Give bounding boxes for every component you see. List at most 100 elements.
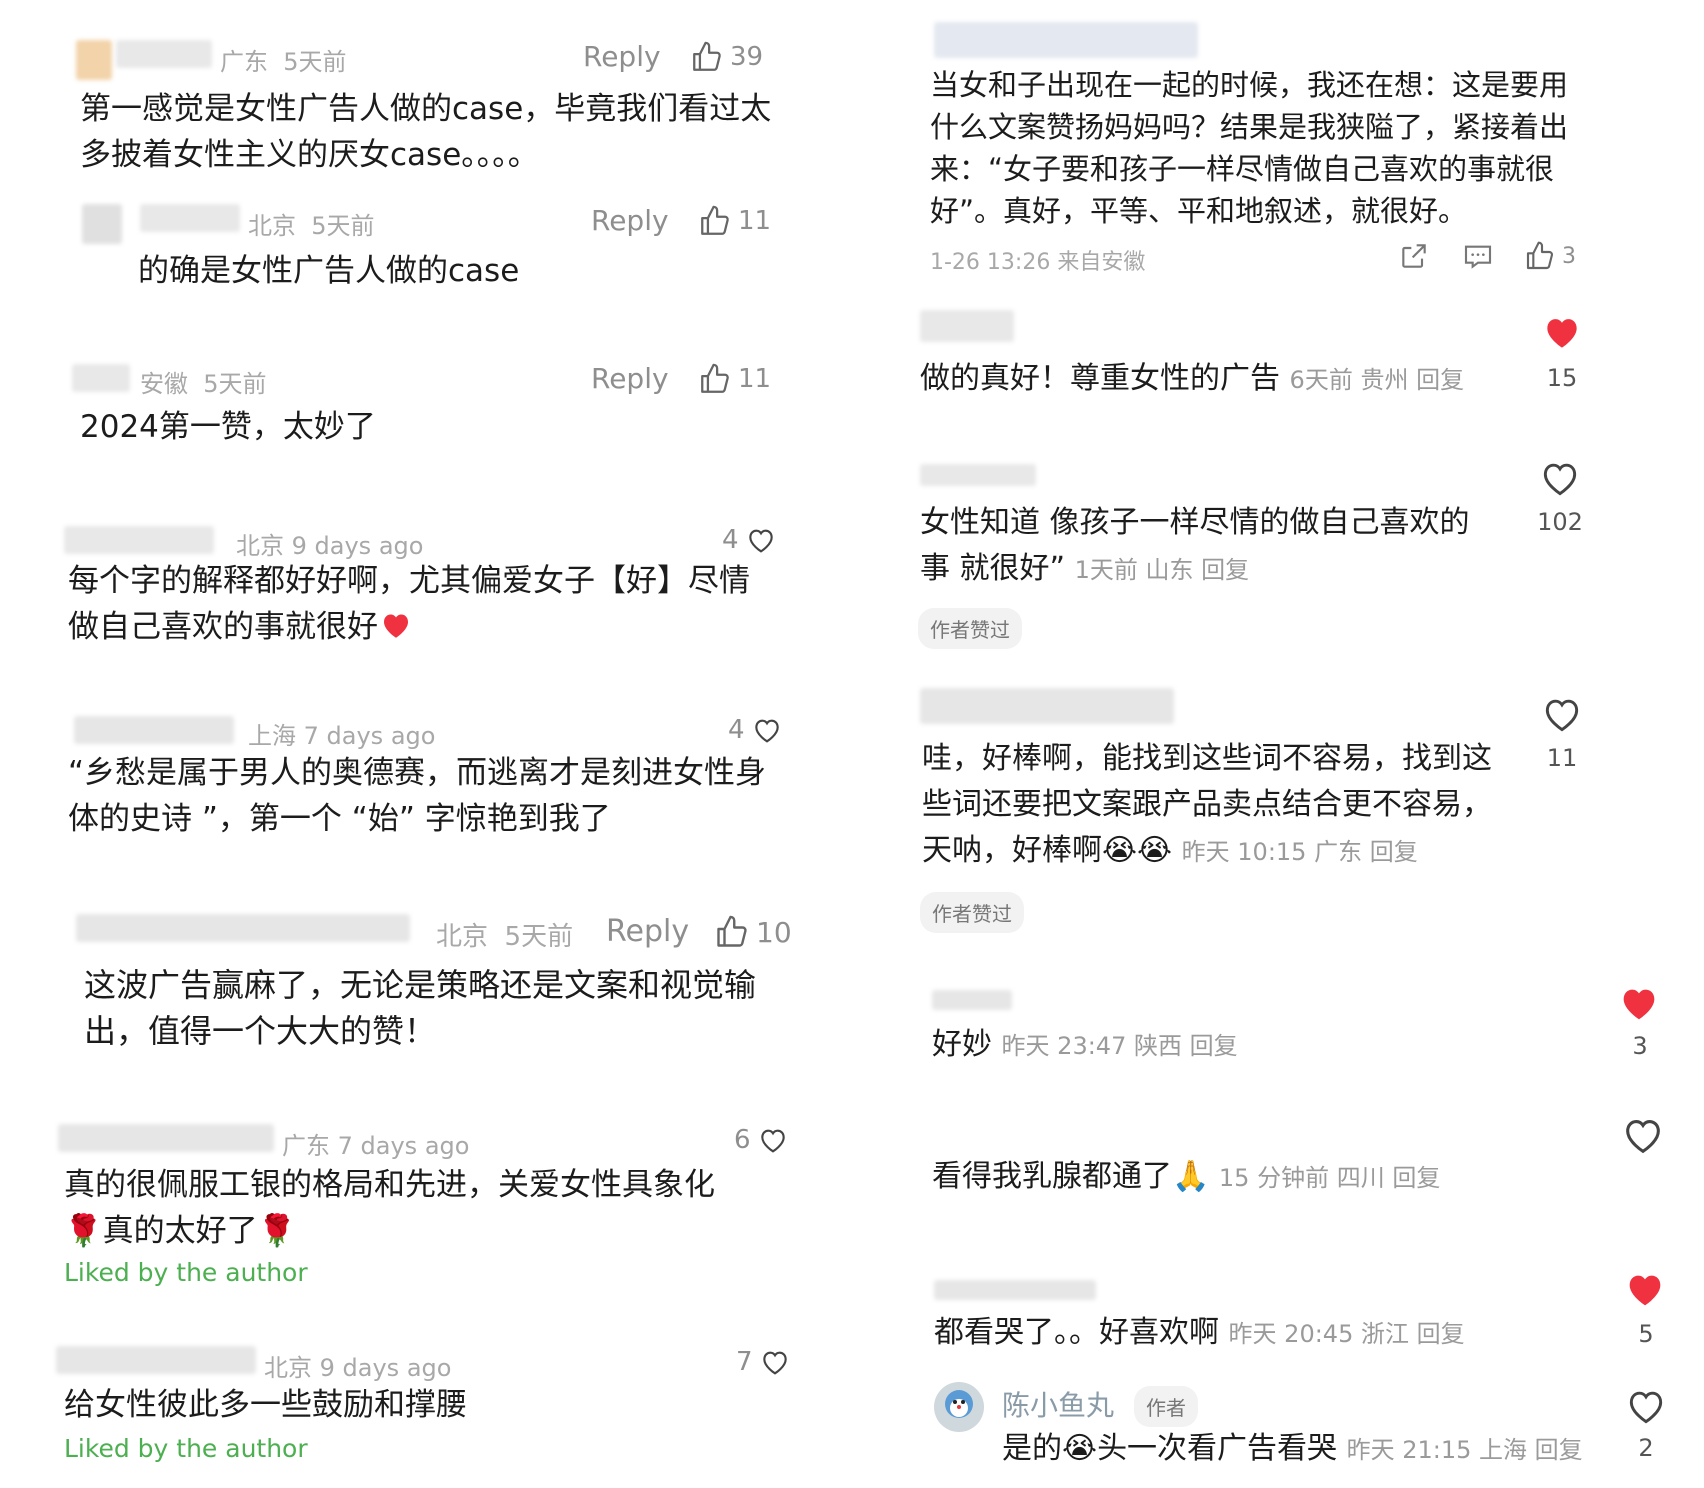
username-blurred[interactable] xyxy=(72,364,130,392)
like-count: 2 xyxy=(1638,1434,1654,1462)
comment-meta: 广东 5天前 xyxy=(220,48,347,76)
comment-meta: 北京 5天前 xyxy=(436,922,574,952)
username-blurred[interactable] xyxy=(934,22,1198,58)
like-count: 15 xyxy=(1546,364,1578,392)
reply-button[interactable]: Reply xyxy=(583,40,661,73)
like-button[interactable]: 11 xyxy=(698,204,771,238)
username-blurred[interactable] xyxy=(56,1346,256,1374)
comment-text: 哇，好棒啊，能找到这些词不容易，找到这些词还要把文案跟产品卖点结合更不容易，天呐… xyxy=(922,741,1492,868)
comment-text: “乡愁是属于男人的奥德赛，而逃离才是刻进女性身体的史诗 ”，第一个 “始” 字惊… xyxy=(68,755,767,837)
avatar[interactable] xyxy=(82,204,122,244)
username-blurred[interactable] xyxy=(58,1124,274,1152)
thumbs-up-icon xyxy=(714,914,750,950)
username-blurred[interactable] xyxy=(932,990,1012,1010)
heart-outline-icon[interactable] xyxy=(1624,1384,1668,1428)
username-blurred[interactable] xyxy=(76,914,410,942)
comment-text: 是的😭头一次看广告看哭 昨天 21:15 上海 回复 xyxy=(1002,1431,1583,1466)
like-count: 5 xyxy=(1638,1320,1654,1348)
liked-by-author: Liked by the author xyxy=(64,1434,308,1463)
username-blurred[interactable] xyxy=(116,40,212,68)
username-blurred[interactable] xyxy=(934,1280,1096,1300)
comment-text: 真的很佩服工银的格局和先进，关爱女性具象化 🌹真的太好了🌹 xyxy=(64,1167,715,1249)
comment-icon[interactable] xyxy=(1462,240,1494,272)
heart-filled-icon[interactable] xyxy=(1616,980,1662,1026)
author-liked-tag: 作者赞过 xyxy=(920,892,1024,933)
comment-meta: 广东 7 days ago xyxy=(282,1132,470,1160)
like-button[interactable]: 3 xyxy=(1524,240,1576,272)
comment-text: 好妙 昨天 23:47 陕西 回复 xyxy=(932,1027,1238,1062)
username-blurred[interactable] xyxy=(920,688,1174,724)
username-blurred[interactable] xyxy=(64,526,214,554)
username-blurred[interactable] xyxy=(920,310,1014,342)
like-count: 39 xyxy=(730,42,764,72)
heart-outline-icon[interactable] xyxy=(1540,692,1584,736)
author-badge: 作者 xyxy=(1134,1386,1198,1427)
like-count: 10 xyxy=(756,915,792,949)
comment-meta: 北京 5天前 xyxy=(248,212,375,240)
thumbs-up-icon xyxy=(698,204,732,238)
like-button[interactable]: 11 xyxy=(698,362,771,396)
like-count: 3 xyxy=(1632,1032,1648,1060)
like-button[interactable]: 39 xyxy=(690,40,763,74)
comment-meta: 北京 9 days ago xyxy=(236,532,424,560)
username-blurred[interactable] xyxy=(74,716,234,744)
username-blurred[interactable] xyxy=(920,464,1036,486)
like-button[interactable]: 4 xyxy=(722,524,777,556)
comment-text: 这波广告赢麻了，无论是策略还是文案和视觉输出，值得一个大大的赞！ xyxy=(84,966,757,1050)
heart-outline-icon xyxy=(745,524,777,556)
reply-button[interactable]: Reply xyxy=(606,914,689,949)
heart-filled-icon[interactable] xyxy=(1622,1266,1668,1312)
like-count: 11 xyxy=(1546,744,1578,772)
crying-emoji: 😭😭 xyxy=(1102,833,1173,868)
heart-outline-icon[interactable] xyxy=(1620,1112,1666,1158)
liked-by-author: Liked by the author xyxy=(64,1258,308,1287)
like-button[interactable]: 10 xyxy=(714,914,792,950)
author-name[interactable]: 陈小鱼丸 xyxy=(1002,1384,1114,1424)
comment-meta: 安徽 5天前 xyxy=(140,370,267,398)
like-count: 11 xyxy=(738,364,772,394)
like-button[interactable]: 4 xyxy=(728,714,783,746)
like-count: 4 xyxy=(722,525,739,555)
rose-emoji: 🌹 xyxy=(257,1213,297,1249)
avatar-image xyxy=(945,1390,973,1418)
comment-text: 当女和子出现在一起的时候，我还在想：这是要用什么文案赞扬妈妈吗？结果是我狭隘了，… xyxy=(930,68,1569,228)
heart-outline-icon xyxy=(757,1124,789,1156)
comment-text: 都看哭了。。好喜欢啊 昨天 20:45 浙江 回复 xyxy=(934,1315,1465,1350)
comment-text: 给女性彼此多一些鼓励和撑腰 xyxy=(64,1387,467,1423)
comment-text: 2024第一赞，太妙了 xyxy=(80,409,376,445)
avatar[interactable] xyxy=(76,40,112,80)
like-count: 102 xyxy=(1537,508,1583,536)
comment-text: 每个字的解释都好好啊，尤其偏爱女子【好】尽情做自己喜欢的事就很好 xyxy=(68,563,750,645)
thumbs-up-icon xyxy=(698,362,732,396)
like-count: 4 xyxy=(728,715,745,745)
heart-outline-icon xyxy=(759,1346,791,1378)
reply-button[interactable]: Reply xyxy=(591,204,669,237)
heart-outline-icon[interactable] xyxy=(1538,456,1582,500)
heart-outline-icon xyxy=(751,714,783,746)
avatar[interactable] xyxy=(934,1382,984,1432)
like-count: 11 xyxy=(738,206,772,236)
author-liked-tag: 作者赞过 xyxy=(918,608,1022,649)
rose-emoji: 🌹 xyxy=(64,1213,103,1249)
comment-text: 的确是女性广告人做的case xyxy=(138,253,520,289)
red-heart-emoji xyxy=(378,607,414,643)
comment-meta: 1-26 13:26 来自安徽 xyxy=(930,250,1146,275)
comment-meta: 上海 7 days ago xyxy=(248,722,436,750)
share-icon[interactable] xyxy=(1398,240,1430,272)
comment-text: 做的真好！尊重女性的广告 6天前 贵州 回复 xyxy=(920,361,1465,396)
crying-emoji: 😭 xyxy=(1062,1431,1098,1466)
like-button[interactable]: 7 xyxy=(736,1346,791,1378)
like-count: 3 xyxy=(1562,243,1576,269)
comment-text: 女性知道 像孩子一样尽情的做自己喜欢的事 就很好” 1天前 山东 回复 xyxy=(920,505,1470,586)
thumbs-up-icon xyxy=(1524,240,1556,272)
thumbs-up-icon xyxy=(690,40,724,74)
like-button[interactable]: 6 xyxy=(734,1124,789,1156)
heart-filled-icon[interactable] xyxy=(1540,310,1584,354)
username-blurred[interactable] xyxy=(140,204,240,232)
comment-text: 第一感觉是女性广告人做的case，毕竟我们看过太多披着女性主义的厌女case。。… xyxy=(80,91,772,173)
clap-emoji: 🙏 xyxy=(1172,1159,1210,1194)
comment-text: 看得我乳腺都通了🙏 15 分钟前 四川 回复 xyxy=(932,1159,1441,1194)
reply-button[interactable]: Reply xyxy=(591,362,669,395)
comment-meta: 北京 9 days ago xyxy=(264,1354,452,1382)
like-count: 7 xyxy=(736,1347,753,1377)
